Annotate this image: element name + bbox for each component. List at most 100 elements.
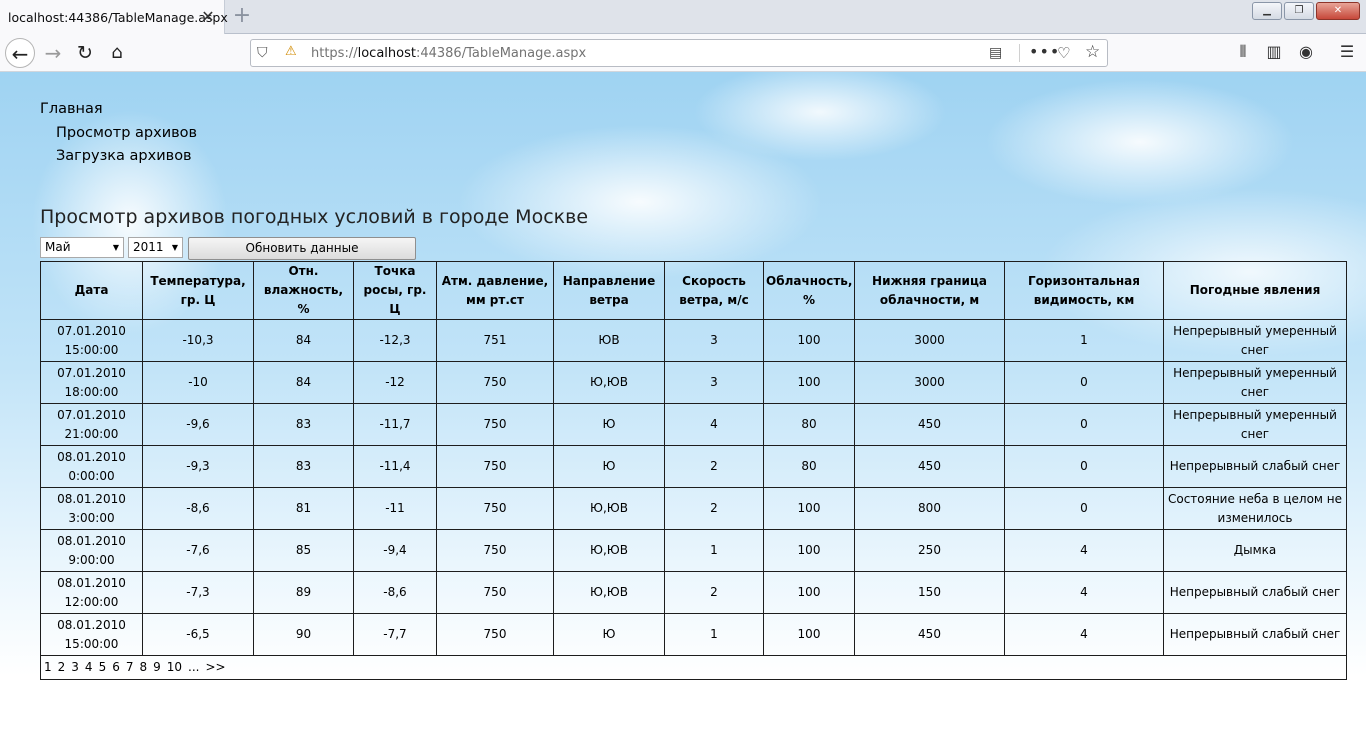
pager-link[interactable]: 3 [71,660,79,674]
new-tab-button[interactable]: + [230,4,254,28]
table-cell: Непрерывный умеренный снег [1163,403,1347,446]
browser-tab[interactable]: localhost:44386/TableManage.aspx ✕ [0,0,228,34]
tab-title: localhost:44386/TableManage.aspx [8,9,228,25]
table-cell: 250 [854,529,1005,572]
close-tab-icon[interactable]: ✕ [200,9,216,25]
year-select[interactable]: 2011 ▼ [128,237,183,258]
table-cell: -8,6 [353,571,437,614]
pager-link[interactable]: 4 [85,660,93,674]
pager-link[interactable]: 6 [112,660,120,674]
table-cell: Ю [553,403,665,446]
home-icon[interactable]: ⌂ [102,38,132,68]
table-cell: 450 [854,445,1005,488]
close-window-button[interactable]: ✕ [1316,2,1360,20]
chevron-down-icon: ▼ [171,243,178,252]
pager-link[interactable]: 1 [44,660,52,674]
menu-item-view-archives[interactable]: Просмотр архивов [40,122,197,146]
table-cell: Состояние неба в целом не изменилось [1163,487,1347,530]
reader-view-icon[interactable]: ▤ [989,45,1002,61]
back-arrow-icon[interactable]: ← [5,38,35,68]
account-icon[interactable]: ◉ [1295,42,1317,61]
table-cell: -7,7 [353,613,437,656]
table-cell: -11 [353,487,437,530]
pager-link[interactable]: ... [188,660,199,674]
library-icon[interactable]: ⫴ [1232,42,1254,62]
table-cell: 0 [1004,445,1164,488]
table-cell: -6,5 [142,613,254,656]
table-row: 08.01.2010 12:00:00 -7,3 89 -8,6 750 Ю,ЮВ 2 100… [40,571,1347,614]
table-cell: 3000 [854,319,1005,362]
weather-archive-table: Дата Температура, гр. Ц Отн. влажность, … [40,261,1347,680]
table-cell: 4 [664,403,764,446]
menu-item-home[interactable]: Главная [40,98,197,122]
table-cell: 2 [664,571,764,614]
table-cell: 0 [1004,403,1164,446]
table-cell: Непрерывный умеренный снег [1163,319,1347,362]
bookmark-star-icon[interactable]: ☆ [1085,42,1100,62]
pager-link[interactable]: 5 [99,660,107,674]
table-cell: Непрерывный слабый снег [1163,613,1347,656]
pocket-icon[interactable]: ♡ [1057,44,1070,62]
pager-next-link[interactable]: >> [206,660,226,674]
table-cell: 84 [253,319,354,362]
table-cell: Ю,ЮВ [553,361,665,404]
table-cell: -11,7 [353,403,437,446]
site-menu: Главная Просмотр архивов Загрузка архиво… [40,98,197,169]
table-cell: -7,6 [142,529,254,572]
more-actions-icon[interactable]: ••• [1029,42,1060,61]
url-text[interactable]: https://localhost:44386/TableManage.aspx [311,46,586,61]
month-select[interactable]: Май ▼ [40,237,124,258]
month-select-value: Май [45,240,71,254]
sidebar-icon[interactable]: ▥ [1263,42,1285,61]
table-cell: 85 [253,529,354,572]
year-select-value: 2011 [133,240,164,254]
table-cell: -7,3 [142,571,254,614]
table-row: 07.01.2010 18:00:00 -10 84 -12 750 Ю,ЮВ 3 100 30… [40,361,1347,404]
table-cell: 08.01.2010 3:00:00 [40,487,143,530]
address-bar[interactable]: ⛉ ⚠ https://localhost:44386/TableManage.… [250,39,1108,67]
tracking-shield-icon[interactable]: ⛉ [257,45,268,61]
table-cell: 83 [253,445,354,488]
table-row: 07.01.2010 15:00:00 -10,3 84 -12,3 751 ЮВ 3 100… [40,319,1347,362]
table-cell: -10 [142,361,254,404]
table-cell: Ю,ЮВ [553,571,665,614]
table-row: 08.01.2010 0:00:00 -9,3 83 -11,4 750 Ю 2 80 450 0… [40,445,1347,488]
menu-icon[interactable]: ☰ [1336,42,1358,61]
table-cell: Непрерывный умеренный снег [1163,361,1347,404]
url-separator [1019,44,1020,62]
table-cell: 0 [1004,487,1164,530]
pager-link[interactable]: 2 [58,660,66,674]
reload-icon[interactable]: ↻ [70,38,100,68]
table-cell: 750 [436,445,554,488]
insecure-lock-icon[interactable]: ⚠ [285,44,297,59]
pager-row: 1 2 3 4 5 6 7 8 9 10... >> [40,655,1347,680]
table-cell: 3 [664,319,764,362]
minimize-button[interactable]: ▁ [1252,2,1282,20]
pager-link[interactable]: 8 [139,660,147,674]
table-cell: 750 [436,361,554,404]
table-cell: 0 [1004,361,1164,404]
forward-arrow-icon[interactable]: → [38,38,68,68]
table-cell: -9,4 [353,529,437,572]
column-header: Температура, гр. Ц [142,261,254,320]
column-header: Погодные явления [1163,261,1347,320]
table-cell: -10,3 [142,319,254,362]
table-cell: -9,6 [142,403,254,446]
table-cell: 450 [854,403,1005,446]
pager-link[interactable]: 9 [153,660,161,674]
table-row: 08.01.2010 3:00:00 -8,6 81 -11 750 Ю,ЮВ 2 100 80… [40,487,1347,530]
table-cell: 84 [253,361,354,404]
restore-button[interactable]: ❐ [1284,2,1314,20]
table-cell: 800 [854,487,1005,530]
pager-link[interactable]: 10 [167,660,182,674]
table-cell: 89 [253,571,354,614]
table-cell: 3 [664,361,764,404]
table-header-row: Дата Температура, гр. Ц Отн. влажность, … [40,261,1347,320]
table-cell: 751 [436,319,554,362]
pager-link[interactable]: 7 [126,660,134,674]
menu-item-upload-archives[interactable]: Загрузка архивов [40,145,197,169]
table-cell: 450 [854,613,1005,656]
table-cell: -12 [353,361,437,404]
pager: 1 2 3 4 5 6 7 8 9 10... >> [40,655,1347,680]
update-data-button[interactable]: Обновить данные [188,237,416,260]
